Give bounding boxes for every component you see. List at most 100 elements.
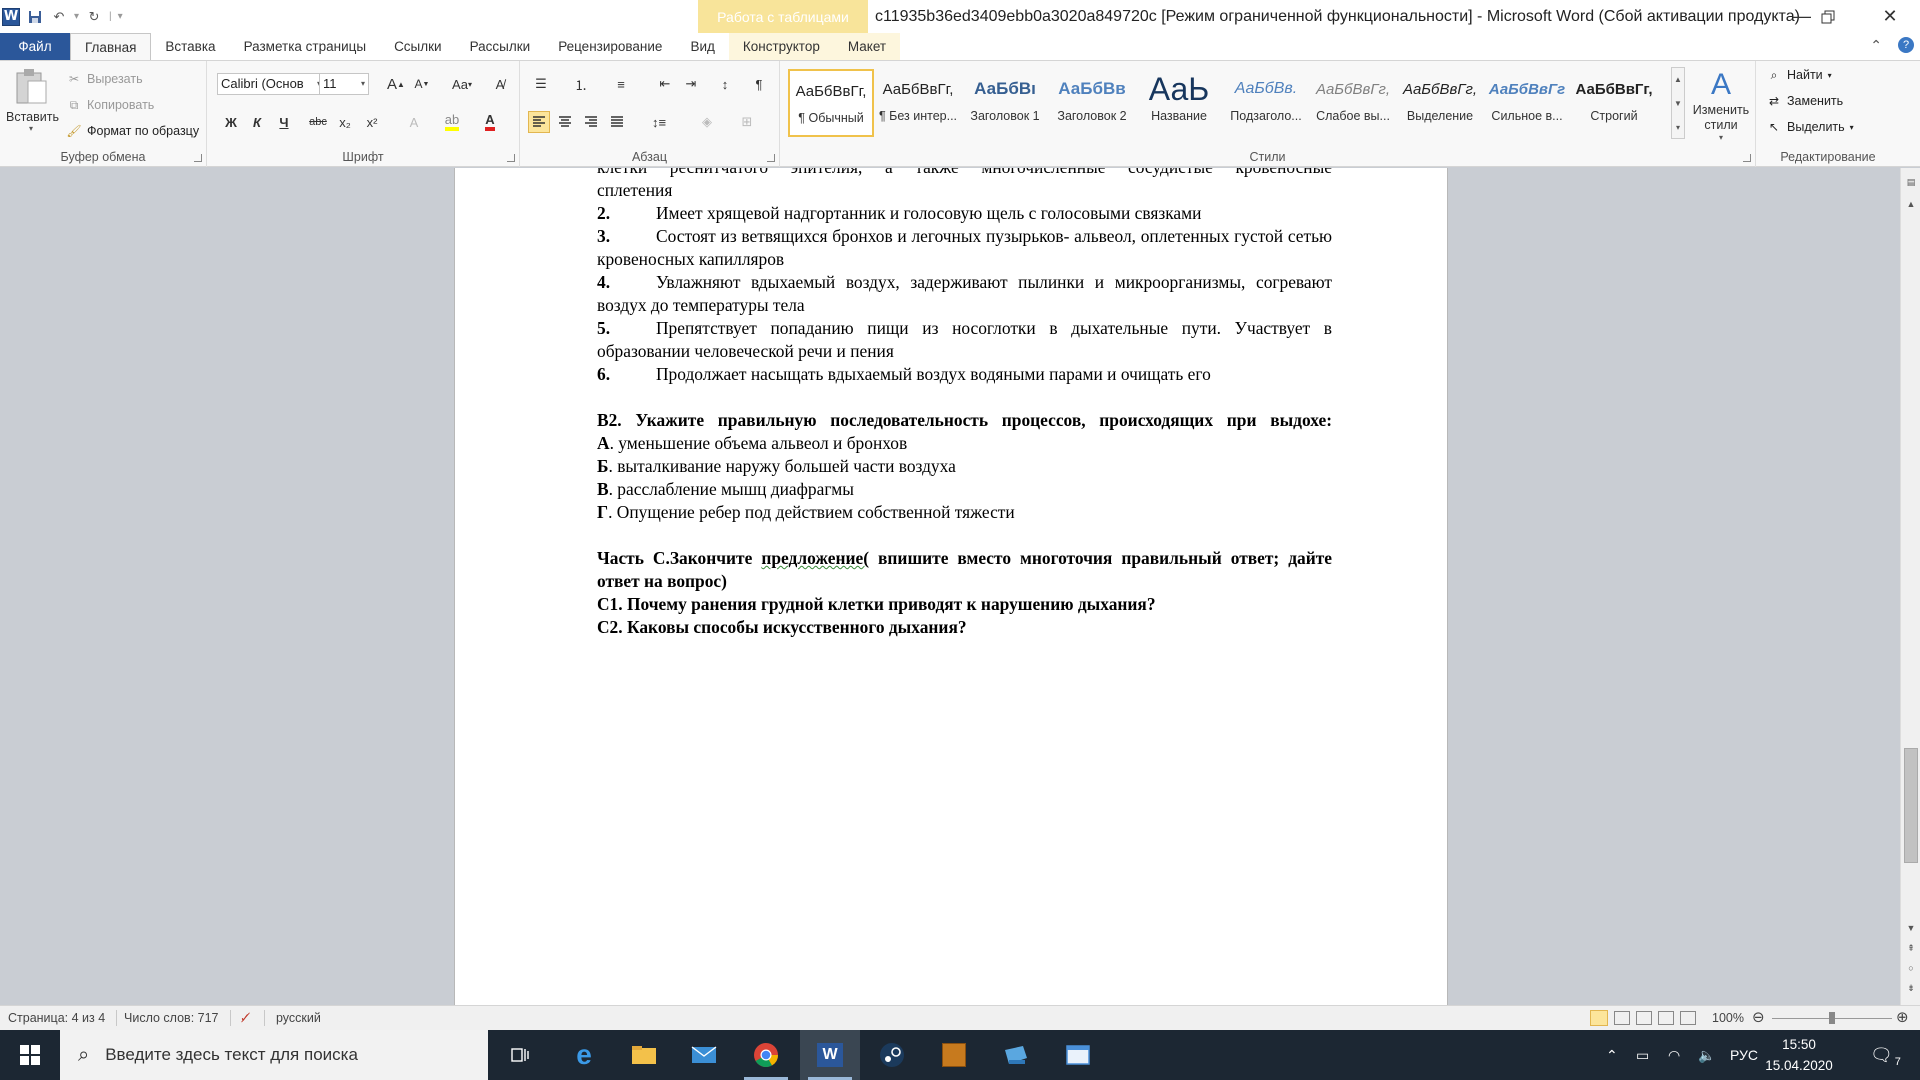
tab-references[interactable]: Ссылки [380,33,456,60]
tab-page-layout[interactable]: Разметка страницы [230,33,380,60]
scroll-up-icon[interactable]: ▲ [1901,196,1920,212]
multilevel-list-icon[interactable]: ≡ [610,73,632,95]
game-icon[interactable] [924,1030,984,1080]
shrink-font-button[interactable]: A ▼ [411,73,433,95]
app-icon[interactable] [986,1030,1046,1080]
styles-launcher-icon[interactable] [1743,154,1751,162]
align-center-icon[interactable] [554,111,576,133]
borders-icon[interactable]: ⊞ [736,111,758,133]
highlight-icon[interactable]: ab [441,111,463,133]
clipboard-launcher-icon[interactable] [194,154,202,162]
vertical-scrollbar[interactable]: ▤ ▲ ▼ ⇞ ○ ⇟ [1900,168,1920,1005]
style-heading-1[interactable]: АаБбВı Заголовок 1 [962,69,1048,137]
wifi-icon[interactable]: ◠ [1668,1030,1680,1080]
volume-icon[interactable]: 🔈 [1698,1030,1715,1080]
decrease-indent-icon[interactable]: ⇤ [654,73,676,95]
replace-button[interactable]: ⇄ Заменить [1766,91,1843,111]
mail-icon[interactable] [674,1030,734,1080]
shading-icon[interactable]: ◈ [696,111,718,133]
taskbar-search[interactable]: ⌕ Введите здесь текст для поиска [60,1030,488,1080]
undo-dropdown-icon[interactable]: ▾ [74,11,79,22]
style-title[interactable]: АаЬ Название [1136,69,1222,137]
save-icon[interactable] [26,8,44,26]
zoom-out-icon[interactable]: ⊖ [1752,1006,1765,1030]
font-color-icon[interactable]: A [479,111,501,133]
word-taskbar-icon[interactable]: W [800,1030,860,1080]
line-spacing-icon[interactable]: ↕≡ [648,111,670,133]
grow-font-button[interactable]: A ▲ [385,73,407,95]
document-body[interactable]: клетки реснитчатого эпителия, а также мн… [597,168,1332,639]
tab-home[interactable]: Главная [70,33,152,60]
superscript-button[interactable]: x² [361,111,383,133]
notifications-icon[interactable]: 🗨 7 [1870,1030,1901,1080]
minimize-ribbon-icon[interactable]: ⌃ [1870,37,1882,54]
print-layout-icon[interactable] [1590,1010,1608,1026]
help-icon[interactable]: ? [1898,37,1914,53]
window-app-icon[interactable] [1048,1030,1108,1080]
word-count[interactable]: Число слов: 717 [124,1006,219,1030]
browse-object-icon[interactable]: ○ [1901,960,1920,976]
clock[interactable]: 15:50 15.04.2020 [1755,1034,1843,1076]
italic-button[interactable]: К [246,111,268,133]
styles-scroll[interactable]: ▲ ▼ ▾ [1671,67,1685,139]
ruler-toggle-icon[interactable]: ▤ [1901,174,1920,190]
align-right-icon[interactable] [580,111,602,133]
outline-icon[interactable] [1658,1011,1674,1025]
zoom-level[interactable]: 100% [1712,1006,1744,1030]
web-layout-icon[interactable] [1636,1011,1652,1025]
strikethrough-button[interactable]: abc [307,111,329,133]
tab-table-layout[interactable]: Макет [833,33,901,60]
numbering-icon[interactable]: ⒈ [570,73,592,95]
align-left-icon[interactable] [528,111,550,133]
proofing-icon[interactable]: ✓̸ [240,1006,250,1030]
style-subtle-emphasis[interactable]: АаБбВвГг, Слабое вы... [1310,69,1396,137]
steam-icon[interactable] [862,1030,922,1080]
tab-view[interactable]: Вид [676,33,728,60]
sort-icon[interactable]: ↕ [714,73,736,95]
paste-button[interactable]: Вставить ▾ [6,67,59,133]
find-button[interactable]: ⌕ Найти ▾ [1766,65,1832,85]
tray-overflow-icon[interactable]: ⌃ [1606,1030,1618,1080]
restore-icon[interactable] [1800,0,1856,33]
previous-page-icon[interactable]: ⇞ [1901,940,1920,956]
change-styles-button[interactable]: A Изменить стили ▾ [1688,67,1754,142]
redo-icon[interactable]: ↻ [85,8,103,26]
language-indicator[interactable]: русский [276,1006,321,1030]
battery-icon[interactable]: ▭ [1636,1030,1649,1080]
draft-icon[interactable] [1680,1011,1696,1025]
next-page-icon[interactable]: ⇟ [1901,980,1920,996]
underline-button[interactable]: Ч [273,111,295,133]
full-screen-reading-icon[interactable] [1614,1011,1630,1025]
paragraph-launcher-icon[interactable] [767,154,775,162]
tab-mailings[interactable]: Рассылки [456,33,545,60]
undo-icon[interactable]: ↶ [50,8,68,26]
chrome-icon[interactable] [736,1030,796,1080]
style-normal[interactable]: АаБбВвГг, ¶ Обычный [788,69,874,137]
windows-start-icon[interactable] [0,1030,60,1080]
style-subtitle[interactable]: АаБбВв. Подзаголо... [1223,69,1309,137]
bullets-icon[interactable]: ☰ [530,73,552,95]
change-case-button[interactable]: Aa ▾ [447,73,477,95]
style-no-spacing[interactable]: АаБбВвГг, ¶ Без интер... [875,69,961,137]
increase-indent-icon[interactable]: ⇥ [680,73,702,95]
scroll-down-icon[interactable]: ▼ [1901,920,1920,936]
tab-review[interactable]: Рецензирование [544,33,676,60]
task-view-icon[interactable] [490,1030,550,1080]
word-app-icon[interactable]: W [2,7,20,26]
edge-icon[interactable]: e [554,1030,614,1080]
tab-file[interactable]: Файл [0,33,70,60]
close-icon[interactable]: ✕ [1862,0,1918,33]
document-page[interactable]: клетки реснитчатого эпителия, а также мн… [454,168,1448,1005]
font-size-dropdown[interactable]: 11 ▾ [319,73,369,95]
text-effects-icon[interactable]: A [403,111,425,133]
subscript-button[interactable]: x₂ [334,111,356,133]
style-intense-emphasis[interactable]: АаБбВвГг Сильное в... [1484,69,1570,137]
font-launcher-icon[interactable] [507,154,515,162]
style-heading-2[interactable]: АаБбВв Заголовок 2 [1049,69,1135,137]
font-name-dropdown[interactable]: Calibri (Основ▾ [217,73,325,95]
clear-format-icon[interactable]: A̸ [489,73,511,95]
tab-insert[interactable]: Вставка [151,33,229,60]
format-painter-button[interactable]: 🖌 Формат по образцу [66,121,199,141]
file-explorer-icon[interactable] [614,1030,674,1080]
zoom-slider-thumb[interactable] [1829,1012,1835,1024]
